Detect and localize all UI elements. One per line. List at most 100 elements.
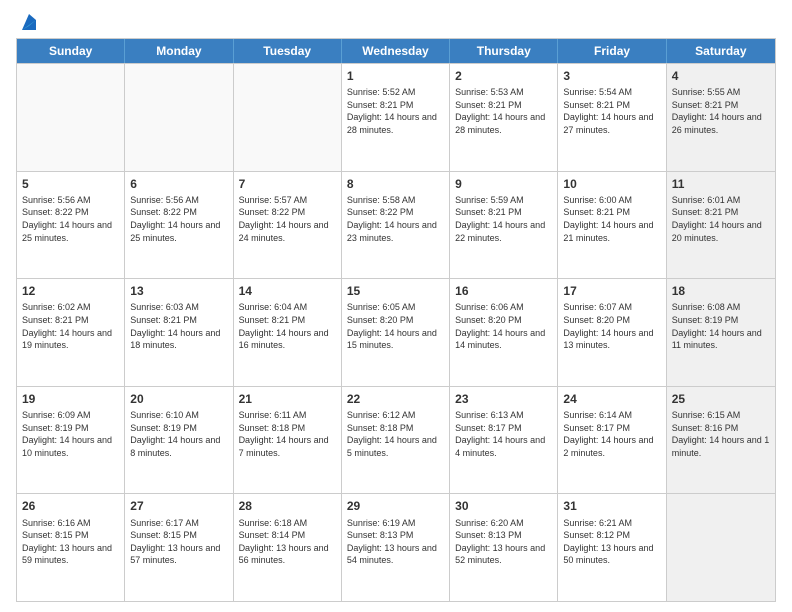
- cell-text: Sunrise: 6:06 AM Sunset: 8:20 PM Dayligh…: [455, 301, 552, 351]
- calendar-cell: 18 Sunrise: 6:08 AM Sunset: 8:19 PM Dayli…: [667, 279, 775, 386]
- day-number: 22: [347, 391, 444, 407]
- calendar-cell: [234, 64, 342, 171]
- calendar-cell: 30 Sunrise: 6:20 AM Sunset: 8:13 PM Dayli…: [450, 494, 558, 601]
- cell-text: Sunrise: 6:11 AM Sunset: 8:18 PM Dayligh…: [239, 409, 336, 459]
- calendar-cell: 23 Sunrise: 6:13 AM Sunset: 8:17 PM Dayli…: [450, 387, 558, 494]
- cell-text: Sunrise: 6:10 AM Sunset: 8:19 PM Dayligh…: [130, 409, 227, 459]
- cell-text: Sunrise: 5:56 AM Sunset: 8:22 PM Dayligh…: [22, 194, 119, 244]
- calendar-cell: 22 Sunrise: 6:12 AM Sunset: 8:18 PM Dayli…: [342, 387, 450, 494]
- calendar-week: 5 Sunrise: 5:56 AM Sunset: 8:22 PM Daylig…: [17, 171, 775, 279]
- calendar-cell: 11 Sunrise: 6:01 AM Sunset: 8:21 PM Dayli…: [667, 172, 775, 279]
- cell-text: Sunrise: 6:15 AM Sunset: 8:16 PM Dayligh…: [672, 409, 770, 459]
- calendar-cell: 14 Sunrise: 6:04 AM Sunset: 8:21 PM Dayli…: [234, 279, 342, 386]
- calendar-body: 1 Sunrise: 5:52 AM Sunset: 8:21 PM Daylig…: [17, 63, 775, 601]
- day-number: 8: [347, 176, 444, 192]
- day-number: 31: [563, 498, 660, 514]
- calendar-day-header: Monday: [125, 39, 233, 63]
- cell-text: Sunrise: 5:55 AM Sunset: 8:21 PM Dayligh…: [672, 86, 770, 136]
- day-number: 17: [563, 283, 660, 299]
- calendar-day-header: Sunday: [17, 39, 125, 63]
- day-number: 23: [455, 391, 552, 407]
- calendar-cell: 25 Sunrise: 6:15 AM Sunset: 8:16 PM Dayli…: [667, 387, 775, 494]
- cell-text: Sunrise: 6:07 AM Sunset: 8:20 PM Dayligh…: [563, 301, 660, 351]
- cell-text: Sunrise: 6:16 AM Sunset: 8:15 PM Dayligh…: [22, 517, 119, 567]
- day-number: 30: [455, 498, 552, 514]
- day-number: 5: [22, 176, 119, 192]
- calendar-cell: 1 Sunrise: 5:52 AM Sunset: 8:21 PM Daylig…: [342, 64, 450, 171]
- calendar-cell: [667, 494, 775, 601]
- calendar-cell: 21Sunrise: 6:11 AM Sunset: 8:18 PM Dayli…: [234, 387, 342, 494]
- day-number: 11: [672, 176, 770, 192]
- day-number: 14: [239, 283, 336, 299]
- calendar-header: SundayMondayTuesdayWednesdayThursdayFrid…: [17, 39, 775, 63]
- cell-text: Sunrise: 5:53 AM Sunset: 8:21 PM Dayligh…: [455, 86, 552, 136]
- day-number: 18: [672, 283, 770, 299]
- header: [16, 12, 776, 30]
- cell-text: Sunrise: 6:05 AM Sunset: 8:20 PM Dayligh…: [347, 301, 444, 351]
- calendar-cell: 5 Sunrise: 5:56 AM Sunset: 8:22 PM Daylig…: [17, 172, 125, 279]
- calendar-cell: 29 Sunrise: 6:19 AM Sunset: 8:13 PM Dayli…: [342, 494, 450, 601]
- day-number: 25: [672, 391, 770, 407]
- cell-text: Sunrise: 6:12 AM Sunset: 8:18 PM Dayligh…: [347, 409, 444, 459]
- cell-text: Sunrise: 6:13 AM Sunset: 8:17 PM Dayligh…: [455, 409, 552, 459]
- cell-text: Sunrise: 6:19 AM Sunset: 8:13 PM Dayligh…: [347, 517, 444, 567]
- calendar-cell: 13Sunrise: 6:03 AM Sunset: 8:21 PM Dayli…: [125, 279, 233, 386]
- day-number: 26: [22, 498, 119, 514]
- cell-text: Sunrise: 6:02 AM Sunset: 8:21 PM Dayligh…: [22, 301, 119, 351]
- day-number: 2: [455, 68, 552, 84]
- calendar-cell: 8 Sunrise: 5:58 AM Sunset: 8:22 PM Daylig…: [342, 172, 450, 279]
- cell-text: Sunrise: 6:03 AM Sunset: 8:21 PM Dayligh…: [130, 301, 227, 351]
- calendar-cell: 31 Sunrise: 6:21 AM Sunset: 8:12 PM Dayli…: [558, 494, 666, 601]
- day-number: 3: [563, 68, 660, 84]
- calendar-cell: [17, 64, 125, 171]
- day-number: 29: [347, 498, 444, 514]
- calendar-cell: 28Sunrise: 6:18 AM Sunset: 8:14 PM Dayli…: [234, 494, 342, 601]
- calendar-cell: 17 Sunrise: 6:07 AM Sunset: 8:20 PM Dayli…: [558, 279, 666, 386]
- calendar-day-header: Thursday: [450, 39, 558, 63]
- cell-text: Sunrise: 6:14 AM Sunset: 8:17 PM Dayligh…: [563, 409, 660, 459]
- calendar-day-header: Saturday: [667, 39, 775, 63]
- cell-text: Sunrise: 5:58 AM Sunset: 8:22 PM Dayligh…: [347, 194, 444, 244]
- day-number: 9: [455, 176, 552, 192]
- day-number: 24: [563, 391, 660, 407]
- cell-text: Sunrise: 6:01 AM Sunset: 8:21 PM Dayligh…: [672, 194, 770, 244]
- cell-text: Sunrise: 6:04 AM Sunset: 8:21 PM Dayligh…: [239, 301, 336, 351]
- calendar-cell: 10Sunrise: 6:00 AM Sunset: 8:21 PM Dayli…: [558, 172, 666, 279]
- calendar-week: 19 Sunrise: 6:09 AM Sunset: 8:19 PM Dayli…: [17, 386, 775, 494]
- day-number: 27: [130, 498, 227, 514]
- day-number: 4: [672, 68, 770, 84]
- calendar-cell: [125, 64, 233, 171]
- calendar-cell: 16 Sunrise: 6:06 AM Sunset: 8:20 PM Dayli…: [450, 279, 558, 386]
- calendar-cell: 26 Sunrise: 6:16 AM Sunset: 8:15 PM Dayli…: [17, 494, 125, 601]
- calendar-day-header: Tuesday: [234, 39, 342, 63]
- cell-text: Sunrise: 5:52 AM Sunset: 8:21 PM Dayligh…: [347, 86, 444, 136]
- calendar-day-header: Wednesday: [342, 39, 450, 63]
- cell-text: Sunrise: 5:57 AM Sunset: 8:22 PM Dayligh…: [239, 194, 336, 244]
- calendar-cell: 12Sunrise: 6:02 AM Sunset: 8:21 PM Dayli…: [17, 279, 125, 386]
- calendar-cell: 9 Sunrise: 5:59 AM Sunset: 8:21 PM Daylig…: [450, 172, 558, 279]
- day-number: 19: [22, 391, 119, 407]
- calendar-cell: 15 Sunrise: 6:05 AM Sunset: 8:20 PM Dayli…: [342, 279, 450, 386]
- calendar-cell: 27 Sunrise: 6:17 AM Sunset: 8:15 PM Dayli…: [125, 494, 233, 601]
- calendar-cell: 24 Sunrise: 6:14 AM Sunset: 8:17 PM Dayli…: [558, 387, 666, 494]
- day-number: 1: [347, 68, 444, 84]
- calendar-week: 26 Sunrise: 6:16 AM Sunset: 8:15 PM Dayli…: [17, 493, 775, 601]
- calendar-week: 12Sunrise: 6:02 AM Sunset: 8:21 PM Dayli…: [17, 278, 775, 386]
- cell-text: Sunrise: 6:17 AM Sunset: 8:15 PM Dayligh…: [130, 517, 227, 567]
- calendar-cell: 4 Sunrise: 5:55 AM Sunset: 8:21 PM Daylig…: [667, 64, 775, 171]
- calendar-cell: 3Sunrise: 5:54 AM Sunset: 8:21 PM Daylig…: [558, 64, 666, 171]
- calendar: SundayMondayTuesdayWednesdayThursdayFrid…: [16, 38, 776, 602]
- cell-text: Sunrise: 5:59 AM Sunset: 8:21 PM Dayligh…: [455, 194, 552, 244]
- day-number: 15: [347, 283, 444, 299]
- cell-text: Sunrise: 6:08 AM Sunset: 8:19 PM Dayligh…: [672, 301, 770, 351]
- cell-text: Sunrise: 6:20 AM Sunset: 8:13 PM Dayligh…: [455, 517, 552, 567]
- cell-text: Sunrise: 6:09 AM Sunset: 8:19 PM Dayligh…: [22, 409, 119, 459]
- day-number: 7: [239, 176, 336, 192]
- cell-text: Sunrise: 5:56 AM Sunset: 8:22 PM Dayligh…: [130, 194, 227, 244]
- calendar-cell: 7 Sunrise: 5:57 AM Sunset: 8:22 PM Daylig…: [234, 172, 342, 279]
- cell-text: Sunrise: 6:21 AM Sunset: 8:12 PM Dayligh…: [563, 517, 660, 567]
- day-number: 20: [130, 391, 227, 407]
- day-number: 16: [455, 283, 552, 299]
- calendar-cell: 2 Sunrise: 5:53 AM Sunset: 8:21 PM Daylig…: [450, 64, 558, 171]
- calendar-week: 1 Sunrise: 5:52 AM Sunset: 8:21 PM Daylig…: [17, 63, 775, 171]
